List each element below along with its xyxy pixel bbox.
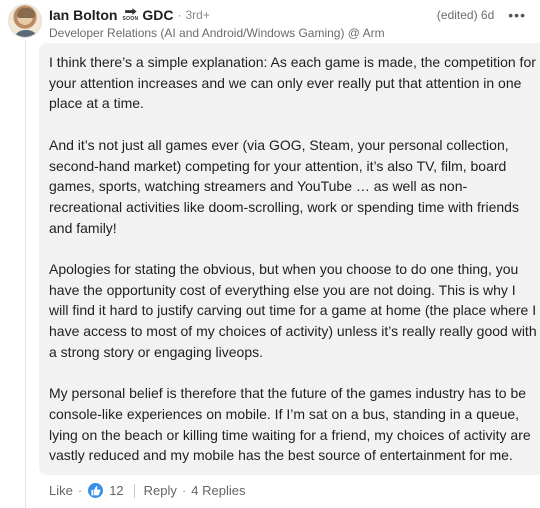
author-avatar[interactable] [8, 4, 42, 38]
author-name[interactable]: Ian Bolton [49, 7, 117, 23]
thumbs-up-glyph [91, 486, 101, 496]
comment-paragraph: And it’s not just all games ever (via GO… [49, 136, 519, 236]
more-options-icon[interactable]: ••• [508, 8, 526, 22]
comment-paragraph: Apologies for stating the obvious, but w… [49, 261, 537, 360]
comment-meta: (edited) 6d ••• [437, 8, 526, 22]
thread-line [25, 40, 26, 508]
comment-actions: Like · 12 Reply · 4 Replies [49, 482, 245, 499]
edited-timestamp: (edited) 6d [436, 8, 495, 22]
like-count[interactable]: 12 [109, 483, 123, 498]
like-button[interactable]: Like [49, 483, 73, 498]
thumbs-up-icon[interactable] [87, 482, 105, 499]
soon-badge: ➡ SOON [122, 5, 138, 22]
arrow-right-icon: ➡ [124, 5, 137, 18]
replies-count-link[interactable]: 4 Replies [191, 483, 245, 498]
avatar-hair [17, 8, 35, 18]
avatar-shoulders [13, 30, 39, 37]
comment-body: I think there’s a simple explanation: As… [49, 52, 537, 466]
author-name-suffix: GDC [142, 6, 174, 23]
comment-paragraph: I think there’s a simple explanation: As… [49, 54, 536, 112]
action-separator: · [77, 483, 83, 498]
action-separator: · [181, 483, 187, 498]
degree-separator: · [177, 7, 182, 22]
actions-divider [133, 483, 135, 498]
connection-degree: 3rd+ [185, 7, 210, 22]
comment-paragraph: My personal belief is therefore that the… [49, 385, 531, 464]
reply-button[interactable]: Reply [144, 483, 177, 498]
author-headline: Developer Relations (AI and Android/Wind… [49, 26, 385, 40]
